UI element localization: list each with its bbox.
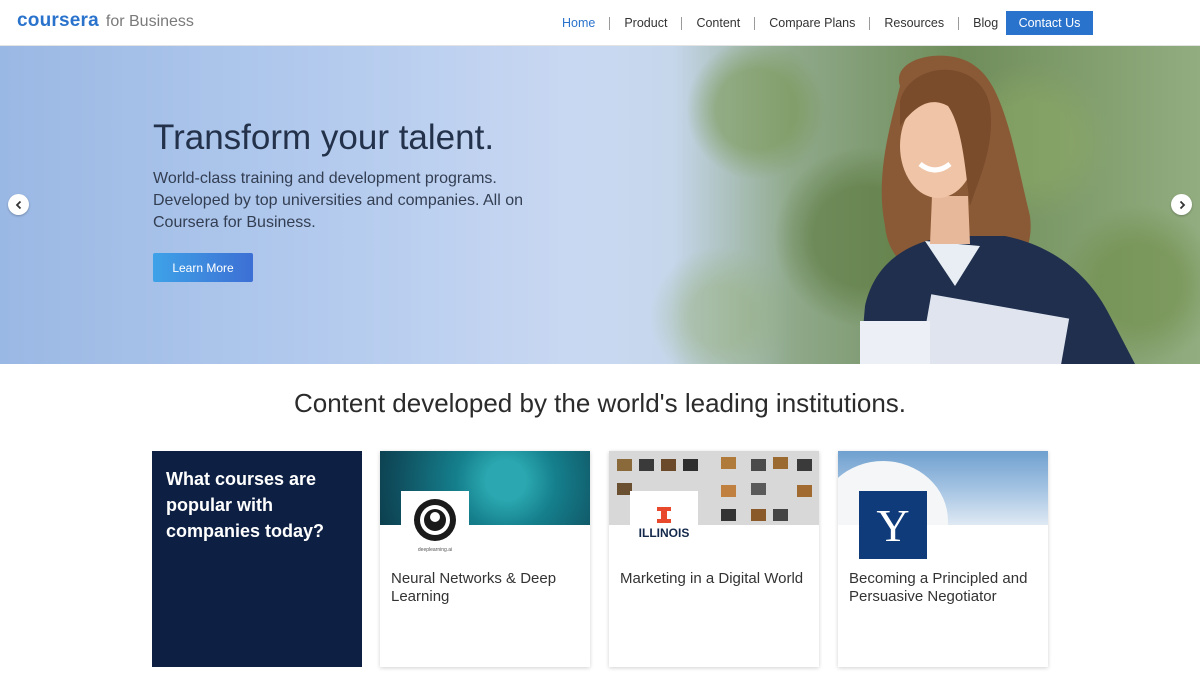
logo-wordmark: coursera <box>17 10 99 31</box>
course-card-negotiator[interactable]: Y Becoming a Principled and Persuasive N… <box>838 451 1048 667</box>
deeplearning-caption: deeplearning.ai <box>418 547 452 553</box>
carousel-prev-button[interactable] <box>8 194 29 215</box>
coursera-logo[interactable]: coursera for Business <box>17 10 194 32</box>
hero-description: World-class training and development pro… <box>153 170 523 231</box>
hero-title: Transform your talent. <box>153 118 495 157</box>
hero-person-image <box>860 55 1135 364</box>
carousel-next-button[interactable] <box>1171 194 1192 215</box>
contact-us-button[interactable]: Contact Us <box>1006 11 1093 35</box>
promo-card[interactable]: What courses are popular with companies … <box>152 451 362 667</box>
course-card-neural-networks[interactable]: deeplearning.ai Neural Networks & Deep L… <box>380 451 590 667</box>
illinois-logo-mark: ILLINOIS <box>639 507 690 540</box>
logo-subtitle: for Business <box>105 13 194 30</box>
nav-blog[interactable]: Blog <box>958 16 1012 30</box>
main-nav: Home Product Content Compare Plans Resou… <box>548 0 1012 46</box>
course-title: Neural Networks & Deep Learning <box>391 570 557 605</box>
course-card-marketing[interactable]: ILLINOIS Marketing in a Digital World <box>609 451 819 667</box>
nav-resources[interactable]: Resources <box>869 16 958 30</box>
learn-more-button[interactable]: Learn More <box>153 253 253 282</box>
nav-content[interactable]: Content <box>681 16 754 30</box>
yale-logo-mark: Y <box>876 500 909 551</box>
deeplearning-logo: deeplearning.ai <box>401 491 469 559</box>
illinois-logo: ILLINOIS <box>630 491 698 559</box>
yale-letter: Y <box>876 500 909 551</box>
promo-card-text: What courses are popular with companies … <box>166 469 325 541</box>
chevron-right-icon <box>1179 200 1185 209</box>
nav-compare-plans[interactable]: Compare Plans <box>754 16 869 30</box>
nav-product[interactable]: Product <box>609 16 681 30</box>
yale-logo: Y <box>859 491 927 559</box>
site-header: coursera for Business Home Product Conte… <box>0 0 1200 46</box>
section-title: Content developed by the world's leading… <box>293 388 906 418</box>
course-title: Becoming a Principled and Persuasive Neg… <box>849 570 1028 605</box>
course-title: Marketing in a Digital World <box>620 570 804 587</box>
hero-carousel: Transform your talent. World-class train… <box>0 46 1200 364</box>
illinois-wordmark: ILLINOIS <box>639 526 690 540</box>
chevron-left-icon <box>15 200 21 209</box>
nav-home[interactable]: Home <box>548 16 609 30</box>
deeplearning-logo-mark: deeplearning.ai <box>414 499 456 553</box>
